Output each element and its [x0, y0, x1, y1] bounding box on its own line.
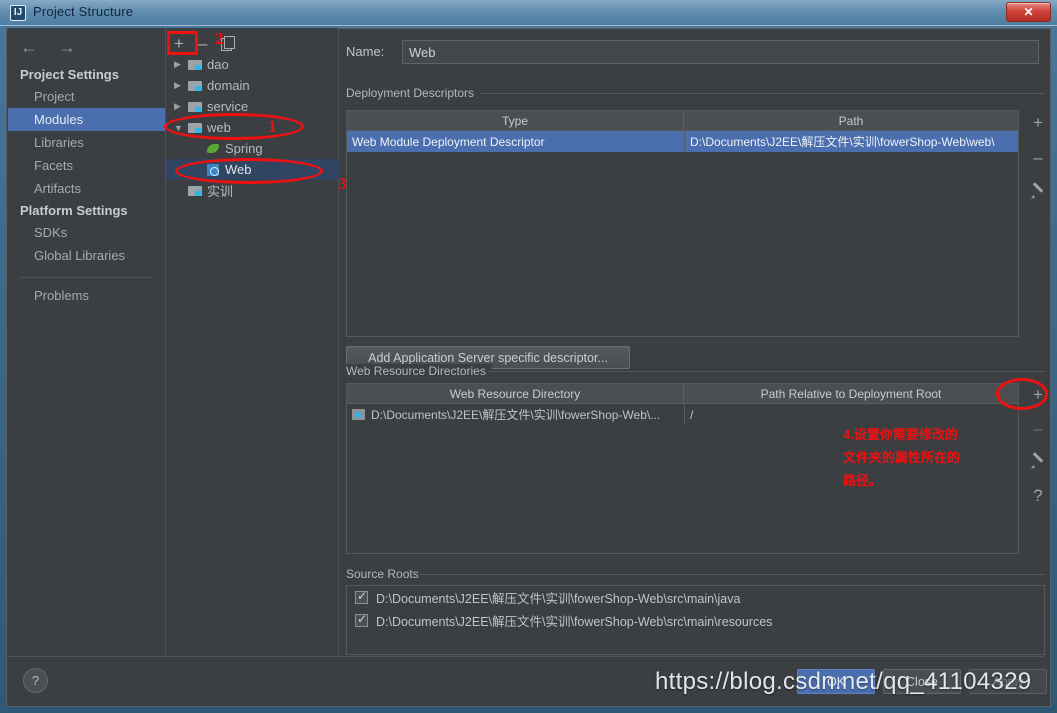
cell-path: D:\Documents\J2EE\解压文件\实训\fowerShop-Web\…	[684, 131, 1018, 152]
watermark: https://blog.csdn.net/qq_41104329	[655, 668, 1032, 695]
name-label: Name:	[346, 44, 385, 59]
intellij-idea-icon: IJ	[10, 5, 26, 21]
close-icon[interactable]: ✕	[1006, 2, 1051, 22]
remove-web-resource-icon[interactable]: –	[1033, 420, 1042, 437]
module-tree: ▶ dao ▶ domain ▶ service ▼ web Spring We…	[166, 54, 340, 201]
twisty-icon[interactable]: ▶	[174, 59, 188, 70]
column-header-web-resource-directory[interactable]: Web Resource Directory	[347, 384, 684, 403]
project-structure-window: IJ Project Structure ✕ ← → Project Setti…	[0, 0, 1057, 713]
sidebar-divider	[20, 277, 153, 278]
back-arrow-icon[interactable]: ←	[20, 38, 38, 56]
twisty-icon: ▶	[174, 185, 188, 196]
module-tree-toolbar: + –	[174, 32, 236, 54]
web-facet-icon	[206, 163, 220, 176]
remove-module-icon[interactable]: –	[198, 35, 207, 52]
web-resource-directories-table: Web Resource Directory Path Relative to …	[346, 383, 1019, 554]
directory-icon	[352, 409, 365, 420]
cell-path-relative: /	[684, 404, 1018, 425]
twisty-icon[interactable]: ▶	[174, 80, 188, 91]
sidebar-item-artifacts[interactable]: Artifacts	[8, 177, 165, 200]
tree-node-web-module[interactable]: ▼ web	[166, 117, 340, 138]
nav-arrows: ← →	[20, 38, 76, 56]
remove-descriptor-icon[interactable]: –	[1033, 149, 1042, 166]
twisty-icon: ▶	[174, 143, 188, 154]
sidebar-group-project-settings: Project Settings	[20, 67, 119, 82]
name-row: Name:	[346, 40, 1044, 64]
title-bar: IJ Project Structure ✕	[0, 0, 1057, 26]
table-header: Type Path	[347, 111, 1018, 131]
sidebar-item-facets[interactable]: Facets	[8, 154, 165, 177]
list-item[interactable]: D:\Documents\J2EE\解压文件\实训\fowerShop-Web\…	[347, 586, 1044, 609]
folder-module-icon	[188, 122, 202, 134]
tree-node-label: domain	[207, 78, 250, 93]
table-row[interactable]: Web Module Deployment Descriptor D:\Docu…	[347, 131, 1018, 152]
tree-node-label: service	[207, 99, 249, 114]
source-root-checkbox[interactable]	[355, 612, 368, 627]
folder-module-icon	[188, 80, 202, 92]
twisty-icon[interactable]: ▼	[174, 123, 188, 133]
sidebar-item-sdks[interactable]: SDKs	[8, 221, 165, 244]
column-header-type[interactable]: Type	[347, 111, 684, 130]
source-root-checkbox[interactable]	[355, 589, 368, 604]
tree-node-service[interactable]: ▶ service	[166, 96, 340, 117]
table-header: Web Resource Directory Path Relative to …	[347, 384, 1018, 404]
sidebar-item-project[interactable]: Project	[8, 85, 165, 108]
forward-arrow-icon[interactable]: →	[58, 38, 76, 56]
sidebar-item-problems[interactable]: Problems	[8, 284, 165, 307]
cell-type: Web Module Deployment Descriptor	[352, 134, 545, 149]
folder-module-icon	[188, 185, 202, 197]
add-descriptor-icon[interactable]: +	[1033, 114, 1043, 131]
tree-node-domain[interactable]: ▶ domain	[166, 75, 340, 96]
folder-module-icon	[188, 101, 202, 113]
edit-descriptor-pencil-icon[interactable]	[1030, 184, 1046, 200]
group-divider	[420, 574, 1045, 575]
sidebar-item-modules[interactable]: Modules	[8, 108, 165, 131]
edit-web-resource-pencil-icon[interactable]	[1030, 454, 1046, 470]
screen: IJ Project Structure ✕ ← → Project Setti…	[0, 0, 1057, 713]
deployment-descriptors-buttons: + –	[1023, 114, 1053, 200]
tree-node-label: web	[207, 120, 231, 135]
source-root-path: D:\Documents\J2EE\解压文件\实训\fowerShop-Web\…	[376, 592, 741, 606]
add-web-resource-icon[interactable]: +	[1033, 386, 1043, 403]
tree-node-spring-facet[interactable]: ▶ Spring	[166, 138, 340, 159]
tree-node-label: Web	[225, 162, 252, 177]
tree-node-label: dao	[207, 57, 229, 72]
tree-node-shixun[interactable]: ▶ 实训	[166, 180, 340, 201]
folder-module-icon	[188, 59, 202, 71]
spring-facet-icon	[206, 143, 220, 155]
group-divider	[488, 371, 1045, 372]
tree-node-web-facet[interactable]: ▶ Web	[166, 159, 340, 180]
tree-node-dao[interactable]: ▶ dao	[166, 54, 340, 75]
source-roots-list: D:\Documents\J2EE\解压文件\实训\fowerShop-Web\…	[346, 585, 1045, 655]
settings-sidebar: ← → Project Settings Project Modules Lib…	[8, 28, 165, 654]
twisty-icon: ▶	[174, 164, 188, 175]
twisty-icon[interactable]: ▶	[174, 101, 188, 112]
name-input[interactable]	[402, 40, 1039, 64]
sidebar-item-libraries[interactable]: Libraries	[8, 131, 165, 154]
cell-web-resource-directory: D:\Documents\J2EE\解压文件\实训\fowerShop-Web\…	[371, 408, 661, 422]
list-item[interactable]: D:\Documents\J2EE\解压文件\实训\fowerShop-Web\…	[347, 609, 1044, 632]
deployment-descriptors-table: Type Path Web Module Deployment Descript…	[346, 110, 1019, 337]
column-header-path-relative[interactable]: Path Relative to Deployment Root	[684, 384, 1018, 403]
module-tree-panel: + – ▶ dao ▶ domain ▶ service ▼ web Sprin…	[165, 28, 340, 654]
sidebar-group-platform-settings: Platform Settings	[20, 203, 128, 218]
sidebar-item-global-libraries[interactable]: Global Libraries	[8, 244, 165, 267]
help-icon[interactable]: ?	[23, 668, 48, 693]
source-root-path: D:\Documents\J2EE\解压文件\实训\fowerShop-Web\…	[376, 615, 773, 629]
deployment-descriptors-title: Deployment Descriptors	[346, 86, 481, 100]
module-settings-content: Name: Deployment Descriptors Type Path W…	[340, 28, 1053, 655]
tree-node-label: Spring	[225, 141, 263, 156]
web-resource-directories-buttons: + – ?	[1023, 386, 1053, 504]
column-header-path[interactable]: Path	[684, 111, 1018, 130]
web-resource-help-icon[interactable]: ?	[1033, 487, 1042, 504]
web-resource-directories-title: Web Resource Directories	[346, 364, 492, 378]
tree-node-label: 实训	[207, 184, 234, 199]
window-title: Project Structure	[33, 4, 134, 19]
table-row[interactable]: D:\Documents\J2EE\解压文件\实训\fowerShop-Web\…	[347, 404, 1018, 425]
sidebar-list: Project Settings Project Modules Librari…	[8, 64, 165, 307]
group-divider	[480, 93, 1045, 94]
source-roots-title: Source Roots	[346, 567, 425, 581]
add-module-icon[interactable]: +	[174, 35, 184, 52]
copy-module-icon[interactable]	[221, 36, 236, 51]
